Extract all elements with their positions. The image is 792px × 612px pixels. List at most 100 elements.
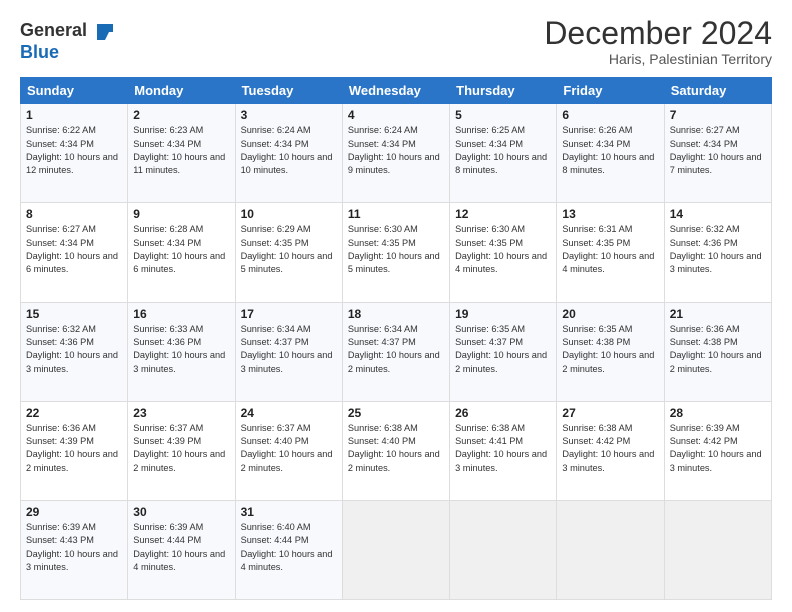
day-number: 29: [26, 505, 122, 519]
table-row: 22 Sunrise: 6:36 AM Sunset: 4:39 PM Dayl…: [21, 401, 128, 500]
page: General Blue December 2024 Haris, Palest…: [0, 0, 792, 612]
day-number: 15: [26, 307, 122, 321]
day-info: Sunrise: 6:36 AM Sunset: 4:38 PM Dayligh…: [670, 323, 766, 376]
day-info: Sunrise: 6:24 AM Sunset: 4:34 PM Dayligh…: [241, 124, 337, 177]
day-number: 23: [133, 406, 229, 420]
col-thursday: Thursday: [450, 78, 557, 104]
main-title: December 2024: [544, 16, 772, 51]
day-info: Sunrise: 6:37 AM Sunset: 4:40 PM Dayligh…: [241, 422, 337, 475]
table-row: 13 Sunrise: 6:31 AM Sunset: 4:35 PM Dayl…: [557, 203, 664, 302]
table-row: [342, 500, 449, 599]
day-info: Sunrise: 6:35 AM Sunset: 4:37 PM Dayligh…: [455, 323, 551, 376]
day-number: 8: [26, 207, 122, 221]
day-number: 27: [562, 406, 658, 420]
table-row: 27 Sunrise: 6:38 AM Sunset: 4:42 PM Dayl…: [557, 401, 664, 500]
day-number: 5: [455, 108, 551, 122]
day-number: 6: [562, 108, 658, 122]
day-info: Sunrise: 6:27 AM Sunset: 4:34 PM Dayligh…: [26, 223, 122, 276]
table-row: 3 Sunrise: 6:24 AM Sunset: 4:34 PM Dayli…: [235, 104, 342, 203]
col-monday: Monday: [128, 78, 235, 104]
table-row: 15 Sunrise: 6:32 AM Sunset: 4:36 PM Dayl…: [21, 302, 128, 401]
day-number: 18: [348, 307, 444, 321]
logo: General Blue: [20, 20, 116, 63]
day-number: 21: [670, 307, 766, 321]
logo-blue: Blue: [20, 42, 59, 62]
table-row: 1 Sunrise: 6:22 AM Sunset: 4:34 PM Dayli…: [21, 104, 128, 203]
day-info: Sunrise: 6:24 AM Sunset: 4:34 PM Dayligh…: [348, 124, 444, 177]
logo-text: General Blue: [20, 20, 116, 63]
day-number: 7: [670, 108, 766, 122]
table-row: [557, 500, 664, 599]
day-info: Sunrise: 6:40 AM Sunset: 4:44 PM Dayligh…: [241, 521, 337, 574]
table-row: 23 Sunrise: 6:37 AM Sunset: 4:39 PM Dayl…: [128, 401, 235, 500]
table-row: 8 Sunrise: 6:27 AM Sunset: 4:34 PM Dayli…: [21, 203, 128, 302]
day-number: 16: [133, 307, 229, 321]
table-row: 18 Sunrise: 6:34 AM Sunset: 4:37 PM Dayl…: [342, 302, 449, 401]
header: General Blue December 2024 Haris, Palest…: [20, 16, 772, 67]
day-number: 14: [670, 207, 766, 221]
col-saturday: Saturday: [664, 78, 771, 104]
col-wednesday: Wednesday: [342, 78, 449, 104]
day-number: 30: [133, 505, 229, 519]
day-info: Sunrise: 6:28 AM Sunset: 4:34 PM Dayligh…: [133, 223, 229, 276]
day-number: 3: [241, 108, 337, 122]
day-info: Sunrise: 6:29 AM Sunset: 4:35 PM Dayligh…: [241, 223, 337, 276]
day-number: 28: [670, 406, 766, 420]
day-number: 11: [348, 207, 444, 221]
day-number: 20: [562, 307, 658, 321]
table-row: [450, 500, 557, 599]
table-row: 17 Sunrise: 6:34 AM Sunset: 4:37 PM Dayl…: [235, 302, 342, 401]
logo-general: General: [20, 20, 87, 40]
day-info: Sunrise: 6:39 AM Sunset: 4:43 PM Dayligh…: [26, 521, 122, 574]
day-info: Sunrise: 6:23 AM Sunset: 4:34 PM Dayligh…: [133, 124, 229, 177]
day-info: Sunrise: 6:32 AM Sunset: 4:36 PM Dayligh…: [26, 323, 122, 376]
day-number: 10: [241, 207, 337, 221]
table-row: 11 Sunrise: 6:30 AM Sunset: 4:35 PM Dayl…: [342, 203, 449, 302]
calendar-table: Sunday Monday Tuesday Wednesday Thursday…: [20, 77, 772, 600]
day-number: 13: [562, 207, 658, 221]
col-sunday: Sunday: [21, 78, 128, 104]
table-row: 29 Sunrise: 6:39 AM Sunset: 4:43 PM Dayl…: [21, 500, 128, 599]
day-info: Sunrise: 6:34 AM Sunset: 4:37 PM Dayligh…: [241, 323, 337, 376]
table-row: 24 Sunrise: 6:37 AM Sunset: 4:40 PM Dayl…: [235, 401, 342, 500]
day-info: Sunrise: 6:39 AM Sunset: 4:44 PM Dayligh…: [133, 521, 229, 574]
table-row: 19 Sunrise: 6:35 AM Sunset: 4:37 PM Dayl…: [450, 302, 557, 401]
table-row: 20 Sunrise: 6:35 AM Sunset: 4:38 PM Dayl…: [557, 302, 664, 401]
day-info: Sunrise: 6:31 AM Sunset: 4:35 PM Dayligh…: [562, 223, 658, 276]
col-tuesday: Tuesday: [235, 78, 342, 104]
day-number: 4: [348, 108, 444, 122]
day-info: Sunrise: 6:30 AM Sunset: 4:35 PM Dayligh…: [455, 223, 551, 276]
table-row: 7 Sunrise: 6:27 AM Sunset: 4:34 PM Dayli…: [664, 104, 771, 203]
day-info: Sunrise: 6:35 AM Sunset: 4:38 PM Dayligh…: [562, 323, 658, 376]
table-row: 10 Sunrise: 6:29 AM Sunset: 4:35 PM Dayl…: [235, 203, 342, 302]
day-number: 1: [26, 108, 122, 122]
day-number: 12: [455, 207, 551, 221]
day-info: Sunrise: 6:30 AM Sunset: 4:35 PM Dayligh…: [348, 223, 444, 276]
title-section: December 2024 Haris, Palestinian Territo…: [544, 16, 772, 67]
table-row: 30 Sunrise: 6:39 AM Sunset: 4:44 PM Dayl…: [128, 500, 235, 599]
table-row: 14 Sunrise: 6:32 AM Sunset: 4:36 PM Dayl…: [664, 203, 771, 302]
day-number: 31: [241, 505, 337, 519]
logo-flag-icon: [93, 22, 115, 42]
day-info: Sunrise: 6:25 AM Sunset: 4:34 PM Dayligh…: [455, 124, 551, 177]
day-number: 22: [26, 406, 122, 420]
day-number: 2: [133, 108, 229, 122]
day-info: Sunrise: 6:26 AM Sunset: 4:34 PM Dayligh…: [562, 124, 658, 177]
subtitle: Haris, Palestinian Territory: [544, 51, 772, 67]
table-row: 5 Sunrise: 6:25 AM Sunset: 4:34 PM Dayli…: [450, 104, 557, 203]
day-info: Sunrise: 6:37 AM Sunset: 4:39 PM Dayligh…: [133, 422, 229, 475]
table-row: [664, 500, 771, 599]
day-info: Sunrise: 6:32 AM Sunset: 4:36 PM Dayligh…: [670, 223, 766, 276]
day-info: Sunrise: 6:38 AM Sunset: 4:41 PM Dayligh…: [455, 422, 551, 475]
day-info: Sunrise: 6:27 AM Sunset: 4:34 PM Dayligh…: [670, 124, 766, 177]
day-info: Sunrise: 6:38 AM Sunset: 4:42 PM Dayligh…: [562, 422, 658, 475]
table-row: 4 Sunrise: 6:24 AM Sunset: 4:34 PM Dayli…: [342, 104, 449, 203]
table-row: 28 Sunrise: 6:39 AM Sunset: 4:42 PM Dayl…: [664, 401, 771, 500]
day-number: 26: [455, 406, 551, 420]
day-info: Sunrise: 6:38 AM Sunset: 4:40 PM Dayligh…: [348, 422, 444, 475]
day-info: Sunrise: 6:34 AM Sunset: 4:37 PM Dayligh…: [348, 323, 444, 376]
day-number: 25: [348, 406, 444, 420]
calendar-header-row: Sunday Monday Tuesday Wednesday Thursday…: [21, 78, 772, 104]
table-row: 16 Sunrise: 6:33 AM Sunset: 4:36 PM Dayl…: [128, 302, 235, 401]
table-row: 9 Sunrise: 6:28 AM Sunset: 4:34 PM Dayli…: [128, 203, 235, 302]
